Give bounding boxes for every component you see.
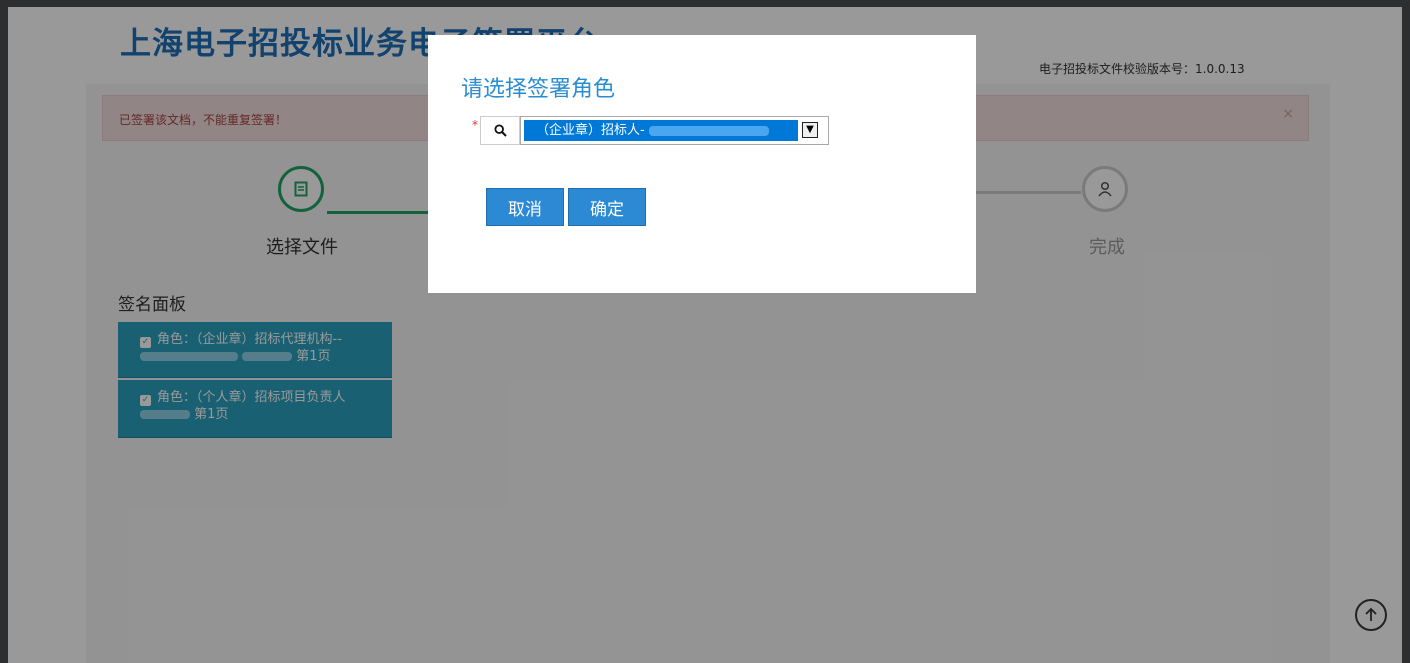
cancel-button[interactable]: 取消 [486,188,564,226]
arrow-up-icon [1365,607,1377,621]
role-select[interactable]: （企业章）招标人- ▼ [520,116,829,145]
chevron-down-icon[interactable]: ▼ [802,122,818,138]
search-icon[interactable] [480,116,520,145]
role-select-value: （企业章）招标人- [524,120,798,141]
redacted-text [648,125,769,136]
confirm-button[interactable]: 确定 [568,188,646,226]
required-marker: * [472,118,478,132]
scroll-to-top-button[interactable] [1355,599,1387,631]
select-role-dialog: 请选择签署角色 * （企业章）招标人- ▼ 取消 确定 [428,35,976,293]
dialog-title: 请选择签署角色 [461,77,616,102]
